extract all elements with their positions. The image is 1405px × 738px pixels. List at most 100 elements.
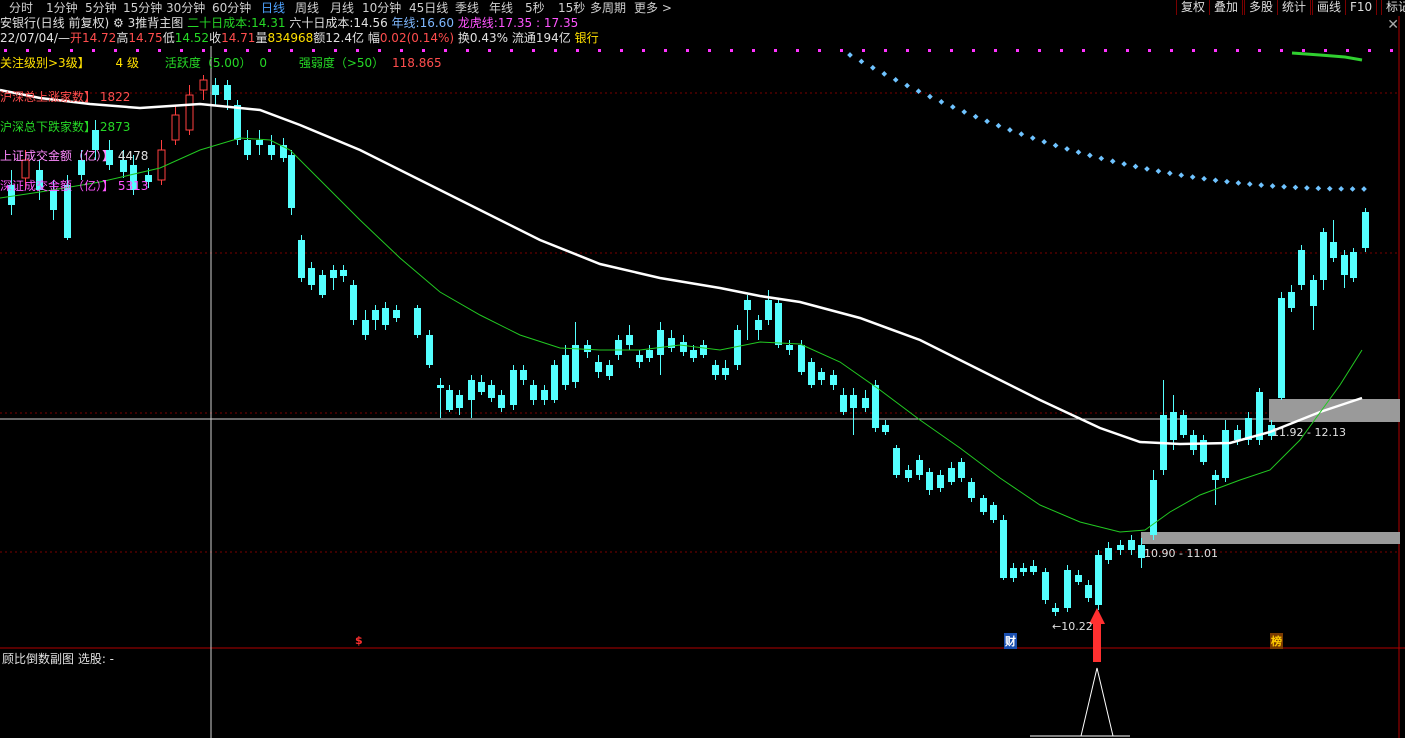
signal-marker xyxy=(1148,49,1151,52)
signal-marker xyxy=(1346,49,1349,52)
dragon-dot xyxy=(927,93,933,100)
candle-body-down xyxy=(916,460,923,475)
dragon-dot xyxy=(949,104,956,110)
dragon-dot xyxy=(1155,168,1162,174)
dragon-dot xyxy=(1178,172,1185,179)
dragon-dot xyxy=(847,52,853,58)
candle-body-down xyxy=(980,498,987,512)
candle-body-down xyxy=(362,320,369,335)
signal-marker xyxy=(576,49,579,52)
candle-body-down xyxy=(990,505,997,520)
dragon-dot xyxy=(984,118,990,125)
candle-body-down xyxy=(636,355,643,362)
candle-body-down xyxy=(1320,232,1327,280)
candle-body-down xyxy=(1341,255,1348,275)
dragon-dot xyxy=(1132,163,1139,170)
candle-body-down xyxy=(937,475,944,488)
indicator-panel: 关注级别>3级】 4 级 活跃度（5.00） 0 强弱度（>50） 118.86… xyxy=(0,52,520,202)
list-mark[interactable]: 榜 xyxy=(1270,633,1283,649)
signal-marker xyxy=(862,49,865,52)
candle-body-down xyxy=(958,462,965,478)
dragon-dot xyxy=(858,58,865,65)
candle-body-down xyxy=(414,308,421,335)
signal-marker xyxy=(1280,49,1283,52)
finance-mark[interactable]: 财 xyxy=(1004,633,1017,649)
candle-body-down xyxy=(562,355,569,385)
dragon-dot xyxy=(1189,174,1196,180)
dragon-dot xyxy=(1041,138,1048,145)
candle-body-down xyxy=(1064,570,1071,608)
signal-marker xyxy=(1104,49,1107,52)
candle-body-down xyxy=(1117,545,1124,550)
dragon-dot xyxy=(1349,186,1356,192)
dragon-dot xyxy=(1361,186,1367,192)
dragon-dot xyxy=(1269,183,1276,189)
candle-body-down xyxy=(798,345,805,372)
sz-amount-value: 5313 xyxy=(117,179,149,193)
signal-marker xyxy=(554,49,557,52)
candle-body-down xyxy=(1310,280,1317,306)
candle-body-down xyxy=(1362,212,1369,248)
candle-body-down xyxy=(372,310,379,320)
candle-body-down xyxy=(818,372,825,380)
dragon-dot xyxy=(1326,185,1333,192)
candle-body-down xyxy=(520,370,527,380)
active-value: 0 xyxy=(259,56,268,70)
signal-marker xyxy=(796,49,799,52)
candle-body-down xyxy=(1256,392,1263,440)
candle-body-down xyxy=(1180,415,1187,435)
down-count-label: 沪深总下跌家数】 xyxy=(0,120,97,134)
candle-body-down xyxy=(712,365,719,375)
dragon-dot xyxy=(1098,155,1105,162)
candle-body-down xyxy=(948,468,955,482)
dragon-dot xyxy=(870,64,876,71)
dollar-mark[interactable]: $ xyxy=(355,634,363,647)
candle-body-down xyxy=(786,345,793,350)
candle-body-down xyxy=(1298,250,1305,285)
candle-body-down xyxy=(1095,555,1102,605)
signal-marker xyxy=(1236,49,1239,52)
candle-body-down xyxy=(488,385,495,398)
candle-body-down xyxy=(775,303,782,345)
candle-body-down xyxy=(744,300,751,310)
dragon-dot xyxy=(1292,184,1299,191)
candle-body-down xyxy=(882,425,889,432)
dragon-dot xyxy=(961,109,968,115)
zone-high-label: 11.92 - 12.13 xyxy=(1272,426,1346,439)
signal-marker xyxy=(1390,49,1393,52)
signal-marker xyxy=(1302,49,1305,52)
up-count-label: 沪深总上涨家数】 xyxy=(0,90,97,104)
candle-body-down xyxy=(862,398,869,408)
signal-marker xyxy=(1324,49,1327,52)
signal-marker xyxy=(598,49,601,52)
candle-body-down xyxy=(426,335,433,365)
candle-body-down xyxy=(298,240,305,278)
dragon-dot xyxy=(1052,142,1059,149)
dragon-dot xyxy=(1018,131,1025,137)
candle-body-down xyxy=(808,362,815,385)
signal-marker xyxy=(1082,49,1085,52)
dragon-dot xyxy=(972,113,979,120)
candle-body-down xyxy=(755,320,762,330)
signal-marker xyxy=(1038,49,1041,52)
strength-label: 强弱度（>50） xyxy=(298,56,385,70)
candle-body-down xyxy=(905,470,912,478)
sh-amount-label: 上证成交金额（亿）】 xyxy=(0,149,115,163)
dragon-dot xyxy=(1007,127,1013,133)
candle-body-down xyxy=(530,385,537,400)
candle-body-down xyxy=(1030,566,1037,572)
dragon-dot xyxy=(1281,183,1287,190)
dragon-dot xyxy=(1224,178,1230,185)
signal-marker xyxy=(686,49,689,52)
candle-body-down xyxy=(330,270,337,278)
dragon-dot xyxy=(1246,181,1253,187)
candle-body-down xyxy=(765,300,772,320)
candle-body-down xyxy=(926,472,933,490)
candle-body-down xyxy=(657,330,664,355)
trend-line-green xyxy=(1291,51,1363,62)
candle-body-down xyxy=(456,395,463,408)
dragon-dot xyxy=(1304,185,1310,191)
candle-body-down xyxy=(626,335,633,345)
signal-marker xyxy=(972,49,975,52)
dragon-dot xyxy=(1075,149,1082,156)
